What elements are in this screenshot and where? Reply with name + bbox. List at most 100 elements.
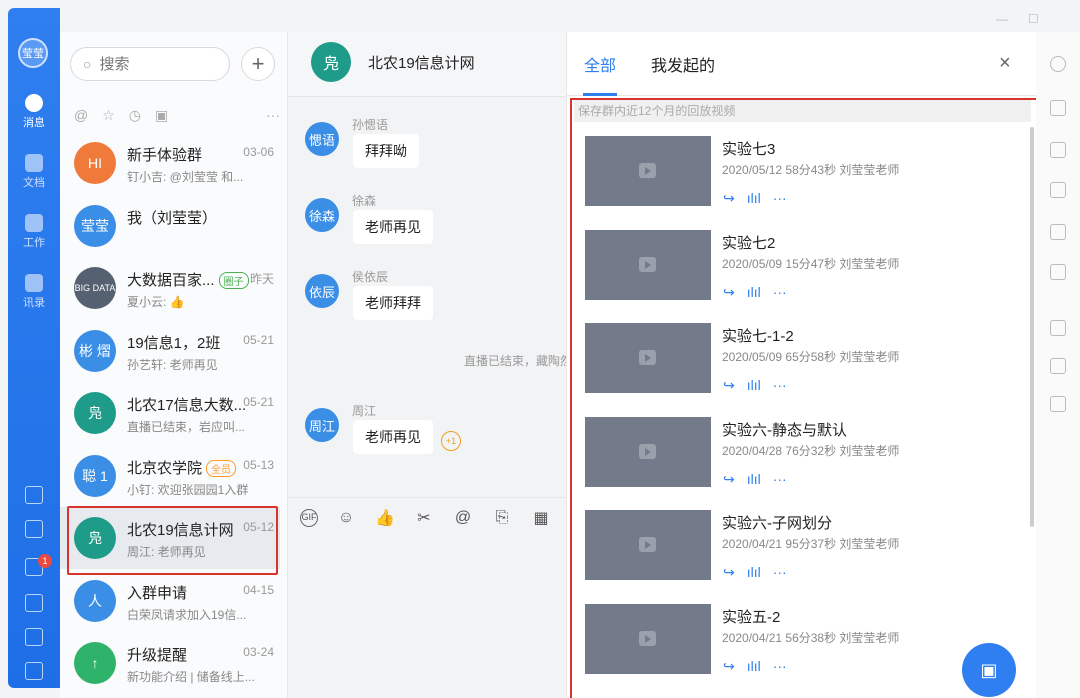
live-icon[interactable] [1050, 264, 1066, 280]
conversation-preview: 孙艺轩: 老师再见 [127, 357, 218, 372]
sender-name: 周江 [352, 404, 377, 418]
conversation-preview: 钉小吉: @刘莹莹 和... [127, 170, 244, 184]
conversation-item[interactable]: BIG DATA 大数据百家... 圈子 昨天 夏小云: 👍 [60, 257, 280, 319]
avatar: 凫 [74, 392, 116, 434]
conversation-date: 03-06 [243, 145, 274, 159]
chat-pane: 凫 北农19信息计网 愢语 孙愢语 拜拜呦 徐森 徐森 老师再见 依辰 侯依辰 … [288, 32, 572, 698]
box-icon[interactable] [1050, 396, 1066, 412]
settings-icon[interactable] [25, 662, 43, 680]
search-icon: ○ [83, 56, 92, 72]
conversation-name: 我（刘莹莹） [127, 209, 218, 227]
avatar: BIG DATA [74, 267, 116, 309]
system-note: 直播已结束，藏陶然 [464, 354, 573, 368]
avatar: 人 [74, 579, 116, 622]
nav-rail: 莹莹 消息 文档 工作 讯录 1 [8, 8, 60, 688]
avatar[interactable]: 愢语 [305, 122, 339, 156]
rail-item-messages[interactable]: 消息 [8, 94, 60, 130]
message-bubble: 老师再见 [353, 420, 433, 454]
group-tag: 全员 [206, 459, 237, 477]
folder-icon[interactable] [1050, 182, 1066, 198]
more-icon[interactable]: ··· [266, 107, 280, 123]
star-filter-icon[interactable]: ☆ [102, 107, 115, 124]
notes-icon[interactable] [1050, 358, 1066, 374]
rail-label: 消息 [23, 117, 45, 129]
maximize-icon[interactable]: ☐ [1028, 12, 1039, 26]
rail-item-work[interactable]: 工作 [8, 214, 60, 250]
list-highlight [570, 98, 1070, 698]
conversation-date: 04-15 [243, 582, 274, 597]
sender-name: 孙愢语 [352, 118, 389, 132]
mention-icon[interactable]: @ [452, 509, 474, 527]
mention-filter-icon[interactable]: @ [74, 107, 88, 123]
live-button[interactable]: ▣ [962, 643, 1016, 697]
message-icon [25, 94, 43, 112]
avatar: 聪 1 [74, 454, 116, 497]
tab-all[interactable]: 全部 [584, 52, 616, 76]
conversation-date: 05-21 [243, 395, 274, 409]
recent-filter-icon[interactable]: ◷ [129, 107, 141, 124]
more-icon[interactable] [1050, 56, 1066, 72]
gif-icon[interactable]: GIF [300, 508, 318, 527]
work-icon [25, 214, 43, 232]
conversation-item[interactable]: 凫北农17信息大数... 05-21 直播已结束，岩应叫... [60, 382, 280, 444]
app-window: 莹莹 消息 文档 工作 讯录 1 ○ + @ [0, 0, 1080, 698]
conversation-name: 大数据百家... 圈子 [127, 269, 249, 290]
minimize-icon[interactable]: — [996, 12, 1008, 26]
conversation-preview: 白荣凤请求加入19信... [127, 607, 247, 622]
selection-highlight [67, 506, 278, 575]
rail-label: 工作 [23, 237, 45, 249]
conversation-item[interactable]: HI 新手体验群 03-06 钉小吉: @刘莹莹 和... [60, 132, 280, 194]
conversation-name: 北农17信息大数... [127, 397, 247, 414]
phone-icon[interactable] [25, 594, 43, 612]
avatar: HI [74, 142, 116, 184]
conversation-item[interactable]: 人入群申请 04-15 白荣凤请求加入19信... [60, 570, 280, 632]
thumbs-up-icon[interactable]: 👍 [374, 508, 396, 528]
conversation-name: 19信息1，2班 [127, 334, 221, 352]
rail-item-documents[interactable]: 文档 [8, 154, 60, 190]
members-icon[interactable] [1050, 100, 1066, 116]
sender-name: 徐森 [352, 194, 377, 208]
search-input[interactable] [99, 55, 200, 73]
group-avatar[interactable]: 凫 [311, 42, 351, 82]
rail-label: 讯录 [23, 297, 45, 309]
conversation-date: 05-21 [243, 332, 274, 347]
tab-mine[interactable]: 我发起的 [651, 52, 715, 76]
user-avatar[interactable]: 莹莹 [18, 38, 48, 68]
calendar-icon[interactable]: ▦ [530, 508, 552, 528]
conversation-item[interactable]: 彬 熠 19信息1，2班 05-21 孙艺轩: 老师再见 [60, 320, 280, 382]
rail-item-contacts[interactable]: 讯录 [8, 274, 60, 310]
todo-icon[interactable] [25, 520, 43, 538]
conversation-item[interactable]: 莹莹 我（刘莹莹） [60, 195, 280, 257]
mail-icon[interactable] [25, 628, 43, 646]
scissors-icon[interactable]: ✂ [413, 508, 435, 528]
conversation-preview: 新功能介绍 | 储备线上... [127, 670, 255, 684]
notice-icon[interactable] [1050, 224, 1066, 240]
conversation-date: 03-24 [243, 645, 274, 659]
conversation-item[interactable]: ↑ 升级提醒 03-24 新功能介绍 | 储备线上... [60, 632, 280, 694]
group-tag: 圈子 [218, 272, 249, 289]
avatar[interactable]: 周江 [305, 408, 339, 442]
add-button[interactable]: + [241, 47, 275, 81]
message-bubble: 拜拜呦 [353, 134, 419, 168]
conversation-list: ○ + @ ☆ ◷ ▣ ··· HI 新手体验群 03-06 钉小吉: @刘莹莹 和.… [60, 32, 342, 698]
conversation-item[interactable]: 聪 1 北京农学院 全员 05-13 小钉: 欢迎张园园1入群 [60, 445, 280, 507]
avatar[interactable]: 依辰 [305, 274, 339, 308]
conversation-date: 05-13 [243, 457, 274, 472]
avatar[interactable]: 徐森 [305, 198, 339, 232]
conversation-name: 北京农学院 全员 [127, 457, 237, 478]
file-icon[interactable]: ⎘ [491, 509, 513, 527]
history-icon[interactable] [1050, 142, 1066, 158]
apps-icon[interactable] [1050, 320, 1066, 336]
search-box[interactable]: ○ [70, 47, 230, 81]
close-icon[interactable]: × [999, 52, 1011, 75]
rail-label: 文档 [23, 177, 45, 189]
plus-one-badge[interactable]: +1 [441, 431, 461, 451]
doc-filter-icon[interactable]: ▣ [155, 107, 168, 124]
calendar-icon[interactable] [25, 486, 43, 504]
avatar: 莹莹 [74, 204, 116, 247]
emoji-icon[interactable]: ☺ [335, 509, 357, 527]
chat-header: 凫 北农19信息计网 [288, 32, 566, 97]
conversation-date: 昨天 [249, 272, 274, 286]
conversation-name: 升级提醒 [127, 647, 188, 664]
conversation-preview: 小钉: 欢迎张园园1入群 [127, 482, 249, 497]
